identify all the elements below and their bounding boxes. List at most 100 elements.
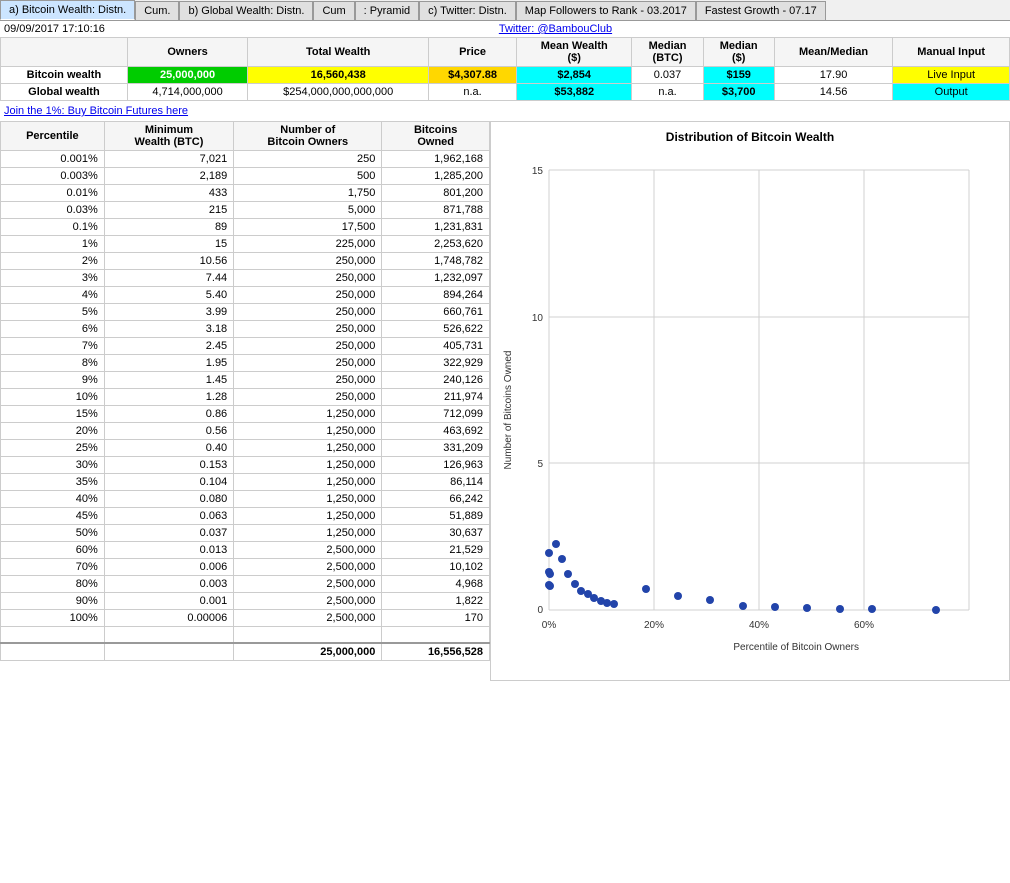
cell-0-0: 0.001% [1,151,105,168]
cell-24-1: 0.006 [104,559,233,576]
cell-13-0: 9% [1,372,105,389]
row-global-label: Global wealth [1,84,128,101]
cell-22-0: 50% [1,525,105,542]
cell-7-1: 7.44 [104,270,233,287]
cell-6-3: 1,748,782 [382,253,490,270]
table-row: 0.001%7,0212501,962,168 [1,151,490,168]
col-manual-input: Manual Input [893,38,1010,67]
cell-22-1: 0.037 [104,525,233,542]
cell-15-1: 0.86 [104,406,233,423]
row-bitcoin-label: Bitcoin wealth [1,67,128,84]
cell-5-3: 2,253,620 [382,236,490,253]
tab-global-wealth[interactable]: b) Global Wealth: Distn. [179,1,313,20]
table-row: 5%3.99250,000660,761 [1,304,490,321]
point-21 [836,605,844,613]
tab-cum1[interactable]: Cum. [135,1,179,20]
point-22 [868,605,876,613]
cell-20-3: 66,242 [382,491,490,508]
cell-25-0: 80% [1,576,105,593]
cell-1-1: 2,189 [104,168,233,185]
cell-20-0: 40% [1,491,105,508]
global-owners: 4,714,000,000 [127,84,247,101]
point-18 [739,602,747,610]
cell-19-0: 35% [1,474,105,491]
cell-7-3: 1,232,097 [382,270,490,287]
global-output: Output [893,84,1010,101]
table-row: 100%0.000062,500,000170 [1,610,490,627]
cell-25-2: 2,500,000 [234,576,382,593]
col-mean-wealth: Mean Wealth($) [517,38,632,67]
cell-15-2: 1,250,000 [234,406,382,423]
point-16 [674,592,682,600]
x-label-60pct: 60% [854,620,874,631]
cell-15-0: 15% [1,406,105,423]
cell-22-2: 1,250,000 [234,525,382,542]
twitter-link[interactable]: Twitter: @BambouClub [499,23,612,35]
cell-14-1: 1.28 [104,389,233,406]
cell-17-3: 331,209 [382,440,490,457]
cell-22-3: 30,637 [382,525,490,542]
table-row: 20%0.561,250,000463,692 [1,423,490,440]
cell-25-1: 0.003 [104,576,233,593]
col-total-wealth: Total Wealth [248,38,429,67]
global-price: n.a. [429,84,517,101]
cell-3-0: 0.03% [1,202,105,219]
global-mean-wealth: $53,882 [517,84,632,101]
table-row: 0.01%4331,750801,200 [1,185,490,202]
cell-18-3: 126,963 [382,457,490,474]
buy-futures-link[interactable]: Join the 1%: Buy Bitcoin Futures here [4,105,188,117]
tab-pyramid[interactable]: : Pyramid [355,1,419,20]
cell-10-3: 526,622 [382,321,490,338]
cell-11-3: 405,731 [382,338,490,355]
cell-27-2: 2,500,000 [234,610,382,627]
cell-6-0: 2% [1,253,105,270]
cell-13-3: 240,126 [382,372,490,389]
cell-9-3: 660,761 [382,304,490,321]
th-percentile: Percentile [1,122,105,151]
cell-20-2: 1,250,000 [234,491,382,508]
tab-bitcoin-wealth[interactable]: a) Bitcoin Wealth: Distn. [0,0,135,20]
cell-9-1: 3.99 [104,304,233,321]
point-23 [932,606,940,614]
cell-16-1: 0.56 [104,423,233,440]
tab-twitter[interactable]: c) Twitter: Distn. [419,1,516,20]
cell-13-1: 1.45 [104,372,233,389]
content-area: Percentile MinimumWealth (BTC) Number of… [0,121,1010,681]
tab-bar: a) Bitcoin Wealth: Distn. Cum. b) Global… [0,0,1010,21]
cell-19-3: 86,114 [382,474,490,491]
table-row: 50%0.0371,250,00030,637 [1,525,490,542]
cell-8-3: 894,264 [382,287,490,304]
x-label-0pct: 0% [542,620,557,631]
tab-map-followers[interactable]: Map Followers to Rank - 03.2017 [516,1,696,20]
table-row: 6%3.18250,000526,622 [1,321,490,338]
table-row: 25%0.401,250,000331,209 [1,440,490,457]
y-label-5: 5 [537,459,543,470]
cell-4-1: 89 [104,219,233,236]
y-label-10: 10 [532,313,544,324]
point-4 [546,570,554,578]
cell-18-0: 30% [1,457,105,474]
bitcoin-live-input[interactable]: Live Input [893,67,1010,84]
tab-cum2[interactable]: Cum [313,1,354,20]
tab-fastest-growth[interactable]: Fastest Growth - 07.17 [696,1,826,20]
cell-27-1: 0.00006 [104,610,233,627]
global-median-usd: $3,700 [703,84,774,101]
point-15 [642,585,650,593]
cell-4-2: 17,500 [234,219,382,236]
cell-19-1: 0.104 [104,474,233,491]
cell-11-2: 250,000 [234,338,382,355]
table-row: 90%0.0012,500,0001,822 [1,593,490,610]
cell-21-3: 51,889 [382,508,490,525]
point-6 [558,555,566,563]
point-17 [706,596,714,604]
cell-16-0: 20% [1,423,105,440]
cell-8-2: 250,000 [234,287,382,304]
cell-3-2: 5,000 [234,202,382,219]
cell-4-3: 1,231,831 [382,219,490,236]
chart-container: Distribution of Bitcoin Wealth Number of… [490,121,1010,681]
total-cell-1 [104,643,233,661]
table-row: 40%0.0801,250,00066,242 [1,491,490,508]
x-axis-label: Percentile of Bitcoin Owners [733,642,859,653]
cell-23-2: 2,500,000 [234,542,382,559]
cell-7-2: 250,000 [234,270,382,287]
